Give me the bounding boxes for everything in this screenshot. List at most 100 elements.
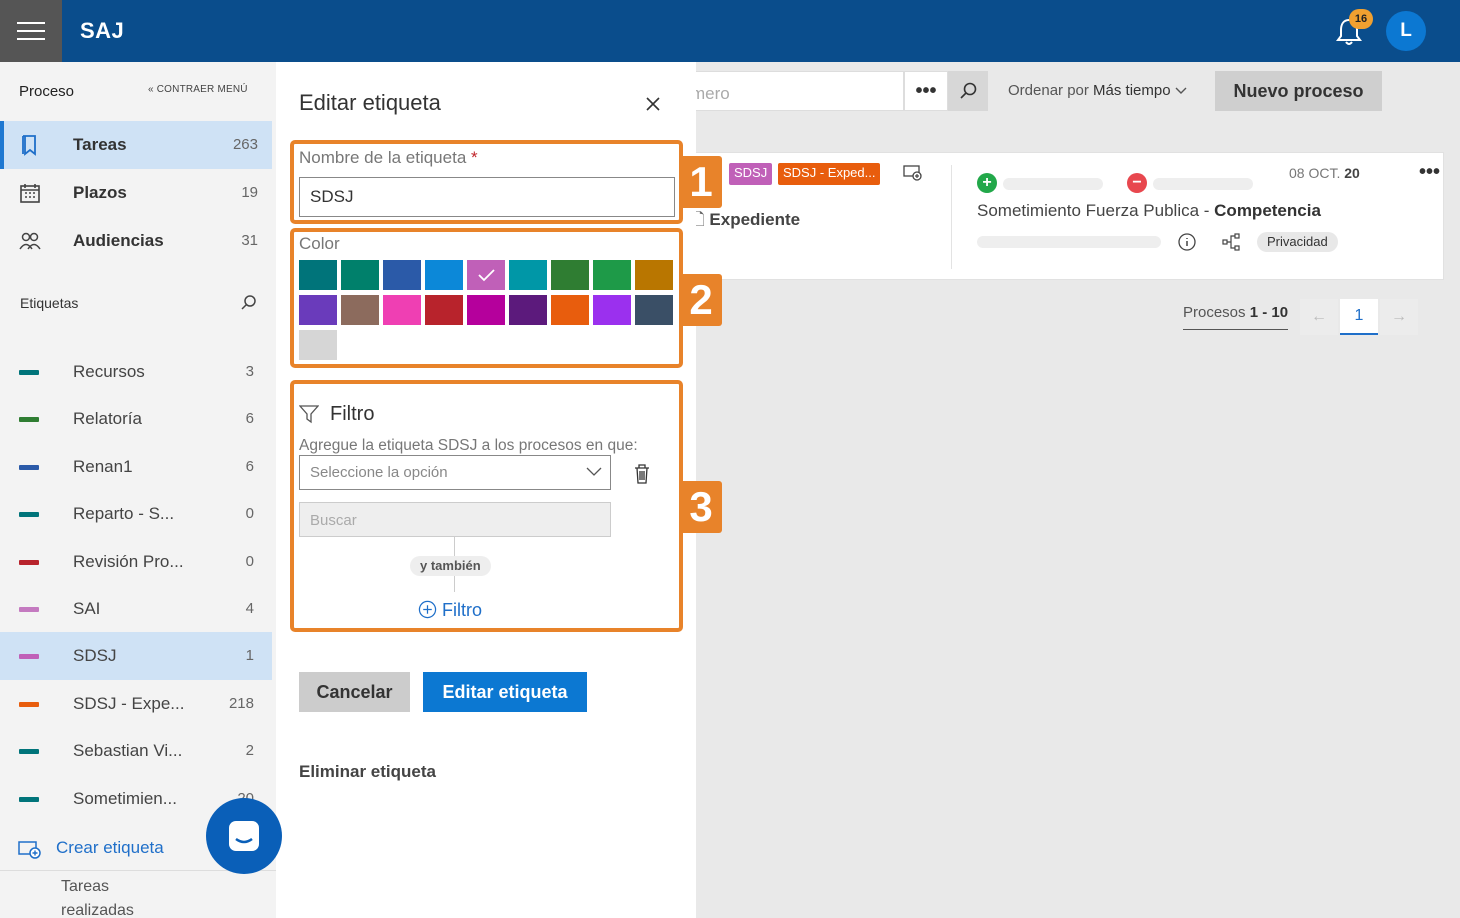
color-swatch[interactable] — [299, 330, 337, 360]
tag-count: 0 — [245, 505, 254, 522]
color-swatch[interactable] — [635, 295, 673, 325]
prev-page-button[interactable]: ← — [1300, 299, 1338, 335]
next-page-button[interactable]: → — [1380, 299, 1418, 335]
sort-value: Más tiempo — [1093, 82, 1171, 99]
tag-label: Sebastian Vi... — [73, 741, 183, 760]
add-filter-button[interactable]: Filtro — [418, 600, 482, 621]
panel-title: Editar etiqueta — [299, 90, 441, 115]
sidebar-tag-item[interactable]: SAI 4 — [0, 585, 272, 633]
minus-icon: − — [1127, 173, 1147, 193]
tag-color-swatch — [19, 797, 39, 802]
avatar[interactable]: L — [1386, 11, 1426, 51]
tag-label: Revisión Pro... — [73, 552, 184, 571]
collapse-menu-button[interactable]: « CONTRAER MENÚ — [148, 84, 248, 95]
sidebar-tag-item[interactable]: SDSJ - Expe... 218 — [0, 680, 272, 728]
submit-edit-tag-button[interactable]: Editar etiqueta — [423, 672, 587, 712]
chat-widget-button[interactable] — [206, 798, 282, 874]
color-swatch[interactable] — [383, 295, 421, 325]
tag-count: 2 — [245, 742, 254, 759]
sort-label: Ordenar por — [1008, 82, 1089, 99]
tag-color-swatch — [19, 512, 39, 517]
connector-line — [454, 576, 455, 592]
hamburger-menu-button[interactable] — [0, 0, 62, 62]
color-swatch[interactable] — [299, 295, 337, 325]
pagination-text: Procesos — [1183, 304, 1246, 321]
name-label-text: Nombre de la etiqueta — [299, 148, 467, 167]
search-icon[interactable] — [240, 294, 258, 312]
select-placeholder: Seleccione la opción — [310, 464, 448, 481]
filter-heading: Filtro — [330, 403, 375, 425]
completed-tasks-link[interactable]: Tareas realizadas — [0, 870, 276, 918]
process-card[interactable]: SDSJ SDSJ - Exped... 🗋 Expediente + − 08… — [690, 152, 1444, 280]
color-swatch[interactable] — [299, 260, 337, 290]
color-swatch[interactable] — [551, 260, 589, 290]
color-swatch[interactable] — [509, 260, 547, 290]
add-tag-icon[interactable] — [903, 165, 923, 181]
cancel-button[interactable]: Cancelar — [299, 672, 410, 712]
color-swatch[interactable] — [593, 295, 631, 325]
color-swatch[interactable] — [341, 295, 379, 325]
people-icon — [19, 232, 41, 250]
more-options-button[interactable]: ••• — [904, 71, 948, 111]
plus-icon: + — [977, 173, 997, 193]
sidebar-item-plazos[interactable]: Plazos 19 — [0, 169, 272, 217]
share-network-icon[interactable] — [1221, 232, 1243, 252]
redacted-text — [1153, 178, 1253, 190]
color-swatch[interactable] — [425, 260, 463, 290]
tag-name-input[interactable]: SDSJ — [299, 177, 675, 217]
sidebar-tag-item[interactable]: Relatoría 6 — [0, 395, 272, 443]
page-number[interactable]: 1 — [1340, 299, 1378, 335]
tag-color-swatch — [19, 370, 39, 375]
tag-count: 218 — [228, 695, 254, 712]
tag-chip: SDSJ - Exped... — [778, 163, 881, 185]
callout-number-3: 3 — [680, 481, 722, 533]
expediente-label: 🗋 Expediente — [691, 210, 801, 229]
etiquetas-heading: Etiquetas — [20, 295, 79, 311]
sidebar-item-count: 19 — [241, 184, 258, 201]
info-icon[interactable] — [1177, 232, 1197, 252]
color-swatch[interactable] — [467, 295, 505, 325]
sidebar-item-audiencias[interactable]: Audiencias 31 — [0, 217, 272, 265]
trash-icon[interactable] — [633, 463, 651, 485]
color-swatch[interactable] — [635, 260, 673, 290]
calendar-icon — [20, 184, 40, 203]
sidebar-item-label: Tareas — [73, 135, 127, 154]
tag-count: 0 — [245, 553, 254, 570]
sidebar-tag-item[interactable]: Recursos 3 — [0, 348, 272, 396]
callout-number-2: 2 — [680, 274, 722, 326]
and-also-chip: y también — [410, 556, 491, 576]
color-swatch[interactable] — [593, 260, 631, 290]
close-icon[interactable] — [643, 94, 663, 114]
color-swatch[interactable] — [551, 295, 589, 325]
tag-label: Reparto - S... — [73, 504, 175, 523]
search-input[interactable]: mero — [690, 71, 904, 111]
create-tag-label: Crear etiqueta — [56, 838, 164, 857]
sidebar-tag-item[interactable]: Revisión Pro... 0 — [0, 538, 272, 586]
color-swatch[interactable] — [383, 260, 421, 290]
color-swatch[interactable] — [467, 260, 505, 290]
chat-icon — [229, 821, 259, 851]
tag-label: SAI — [73, 599, 101, 618]
tag-count: 6 — [245, 410, 254, 427]
new-process-button[interactable]: Nuevo proceso — [1215, 71, 1382, 111]
color-swatch[interactable] — [509, 295, 547, 325]
search-placeholder: mero — [691, 84, 730, 103]
required-marker: * — [471, 148, 478, 167]
sort-dropdown[interactable]: Ordenar por Más tiempo — [1008, 82, 1187, 99]
tag-label: Sometimien... — [73, 789, 177, 808]
sidebar-proceso-label: Proceso — [19, 83, 75, 100]
sidebar-item-tareas[interactable]: Tareas 263 — [0, 121, 272, 169]
search-field[interactable]: Buscar — [299, 502, 611, 537]
sidebar-tag-item[interactable]: Reparto - S... 0 — [0, 490, 272, 538]
search-button[interactable] — [948, 71, 988, 111]
delete-tag-button[interactable]: Eliminar etiqueta — [299, 762, 436, 782]
sidebar-tag-item[interactable]: Sebastian Vi... 2 — [0, 727, 272, 775]
color-swatch[interactable] — [341, 260, 379, 290]
card-more-button[interactable]: ••• — [1419, 161, 1440, 184]
color-swatch[interactable] — [425, 295, 463, 325]
filter-option-select[interactable]: Seleccione la opción — [299, 455, 611, 490]
sidebar-tag-item-selected[interactable]: SDSJ 1 — [0, 632, 272, 680]
sidebar-tag-item[interactable]: Renan1 6 — [0, 443, 272, 491]
tag-color-swatch — [19, 702, 39, 707]
tag-color-swatch — [19, 749, 39, 754]
